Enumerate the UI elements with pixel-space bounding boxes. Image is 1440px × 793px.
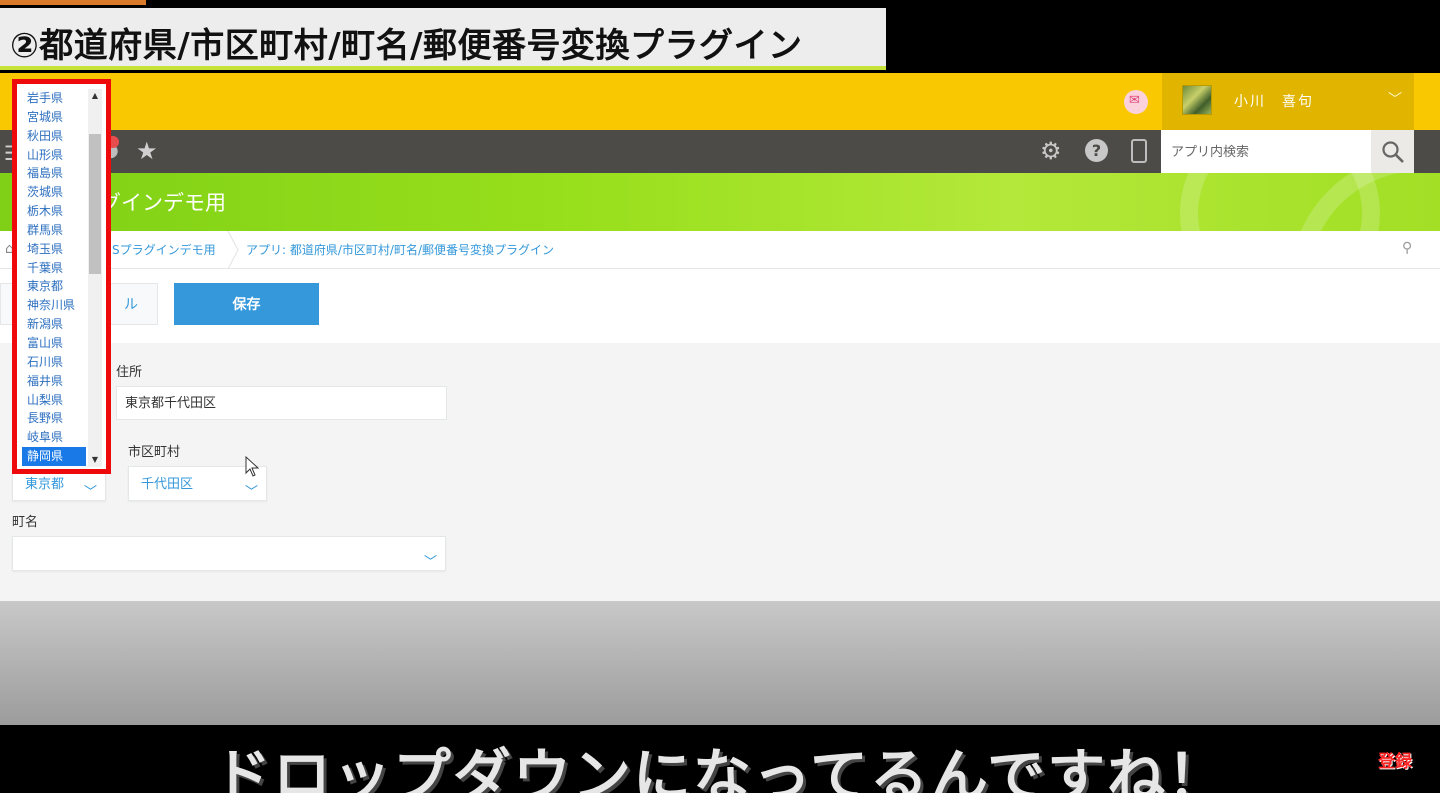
prefecture-dropdown-list[interactable]: 岩手県 宮城県 秋田県 山形県 福島県 茨城県 栃木県 群馬県 埼玉県 千葉県 東京都 神奈川県 新潟県… xyxy=(12,79,111,474)
scrollbar[interactable]: ▲ ▼ xyxy=(88,89,102,467)
prefecture-option[interactable]: 富山県 xyxy=(22,334,86,353)
breadcrumb-app[interactable]: アプリ: 都道府県/市区町村/町名/郵便番号変換プラグイン xyxy=(246,241,554,258)
top-header: ✉ 小川 喜句 ﹀ xyxy=(0,73,1440,130)
chevron-down-icon: ﹀ xyxy=(423,554,437,569)
chevron-down-icon: ﹀ xyxy=(1388,92,1402,108)
breadcrumb-space[interactable]: Sプラグインデモ用 xyxy=(112,241,216,258)
pin-icon[interactable]: ⚲ xyxy=(1402,240,1412,256)
video-subtitle: ドロップダウンになってるんですね！ xyxy=(212,742,1228,793)
avatar xyxy=(1182,85,1212,115)
town-label: 町名 xyxy=(12,514,39,529)
chevron-down-icon: ﹀ xyxy=(244,484,258,499)
prefecture-option[interactable]: 山形県 xyxy=(22,146,86,165)
search-button[interactable] xyxy=(1371,130,1414,173)
record-form: 住所 東京都千代田区 市区町村 東京都 ﹀ 千代田区 ﹀ 町名 ﹀ xyxy=(0,343,1440,601)
prefecture-option[interactable]: 岐阜県 xyxy=(22,428,86,447)
prefecture-option[interactable]: 群馬県 xyxy=(22,221,86,240)
chevron-down-icon: ﹀ xyxy=(83,484,97,499)
prefecture-option[interactable]: 埼玉県 xyxy=(22,240,86,259)
video-subtitle-bar: ドロップダウンになってるんですね！ 登録 xyxy=(0,725,1440,793)
save-button[interactable]: 保存 xyxy=(174,283,319,325)
prefecture-option[interactable]: 石川県 xyxy=(22,353,86,372)
global-nav: ☰ ● ★ ⚙ ? xyxy=(0,130,1440,173)
prefecture-option[interactable]: 神奈川県 xyxy=(22,296,86,315)
user-menu[interactable]: 小川 喜句 ﹀ xyxy=(1162,73,1414,130)
prefecture-option[interactable]: 静岡県 xyxy=(22,447,86,466)
city-value: 千代田区 xyxy=(141,476,194,491)
prefecture-option[interactable]: 千葉県 xyxy=(22,259,86,278)
star-icon[interactable]: ★ xyxy=(136,137,158,165)
scroll-thumb[interactable] xyxy=(89,134,101,274)
prefecture-options[interactable]: 岩手県 宮城県 秋田県 山形県 福島県 茨城県 栃木県 群馬県 埼玉県 千葉県 東京都 神奈川県 新潟県… xyxy=(22,89,86,469)
breadcrumb: ⌂ Sプラグインデモ用 アプリ: 都道府県/市区町村/町名/郵便番号変換プラグイ… xyxy=(0,231,1440,269)
app-title: グインデモ用 xyxy=(100,191,226,215)
notification-button[interactable]: ✉ xyxy=(1124,90,1148,114)
prefecture-option[interactable]: 山梨県 xyxy=(22,391,86,410)
prefecture-option[interactable]: 福島県 xyxy=(22,164,86,183)
video-title-strip: ②都道府県/市区町村/町名/郵便番号変換プラグイン xyxy=(0,0,1440,73)
mail-icon: ✉ xyxy=(1129,93,1140,108)
app-window: ✉ 小川 喜句 ﹀ ☰ ● ★ ⚙ ? グインデモ用 ⌂ Sプラグインデモ用 xyxy=(0,73,1440,725)
address-label: 住所 xyxy=(116,364,143,379)
scroll-up-arrow[interactable]: ▲ xyxy=(88,89,102,103)
record-toolbar: ル 保存 xyxy=(0,269,1440,343)
help-icon[interactable]: ? xyxy=(1085,139,1108,162)
title-accent-bar xyxy=(0,0,146,5)
search-input[interactable] xyxy=(1161,130,1371,173)
prefecture-option[interactable]: 東京都 xyxy=(22,277,86,296)
prefecture-option[interactable]: 秋田県 xyxy=(22,127,86,146)
mobile-icon[interactable] xyxy=(1131,139,1147,163)
city-label: 市区町村 xyxy=(128,444,181,459)
user-name: 小川 喜句 xyxy=(1234,94,1314,110)
breadcrumb-separator xyxy=(227,231,239,269)
prefecture-option[interactable]: 長野県 xyxy=(22,409,86,428)
video-title-card: ②都道府県/市区町村/町名/郵便番号変換プラグイン xyxy=(0,0,886,70)
prefecture-value: 東京都 xyxy=(25,476,65,491)
subscribe-badge[interactable]: 登録 xyxy=(1378,747,1412,772)
prefecture-option[interactable]: 茨城県 xyxy=(22,183,86,202)
address-field[interactable]: 東京都千代田区 xyxy=(116,386,447,420)
prefecture-option[interactable]: 宮城県 xyxy=(22,108,86,127)
town-select[interactable]: ﹀ xyxy=(12,536,446,571)
app-title-bar: グインデモ用 xyxy=(0,173,1440,231)
search-icon xyxy=(1382,141,1404,163)
gear-icon[interactable]: ⚙ xyxy=(1040,137,1062,165)
cursor-icon xyxy=(245,456,260,477)
scroll-down-arrow[interactable]: ▼ xyxy=(88,453,102,467)
prefecture-option[interactable]: 岩手県 xyxy=(22,89,86,108)
prefecture-option[interactable]: 福井県 xyxy=(22,372,86,391)
prefecture-option[interactable]: 新潟県 xyxy=(22,315,86,334)
page-bottom-fade xyxy=(0,601,1440,725)
video-title: ②都道府県/市区町村/町名/郵便番号変換プラグイン xyxy=(10,26,803,66)
prefecture-option[interactable]: 栃木県 xyxy=(22,202,86,221)
